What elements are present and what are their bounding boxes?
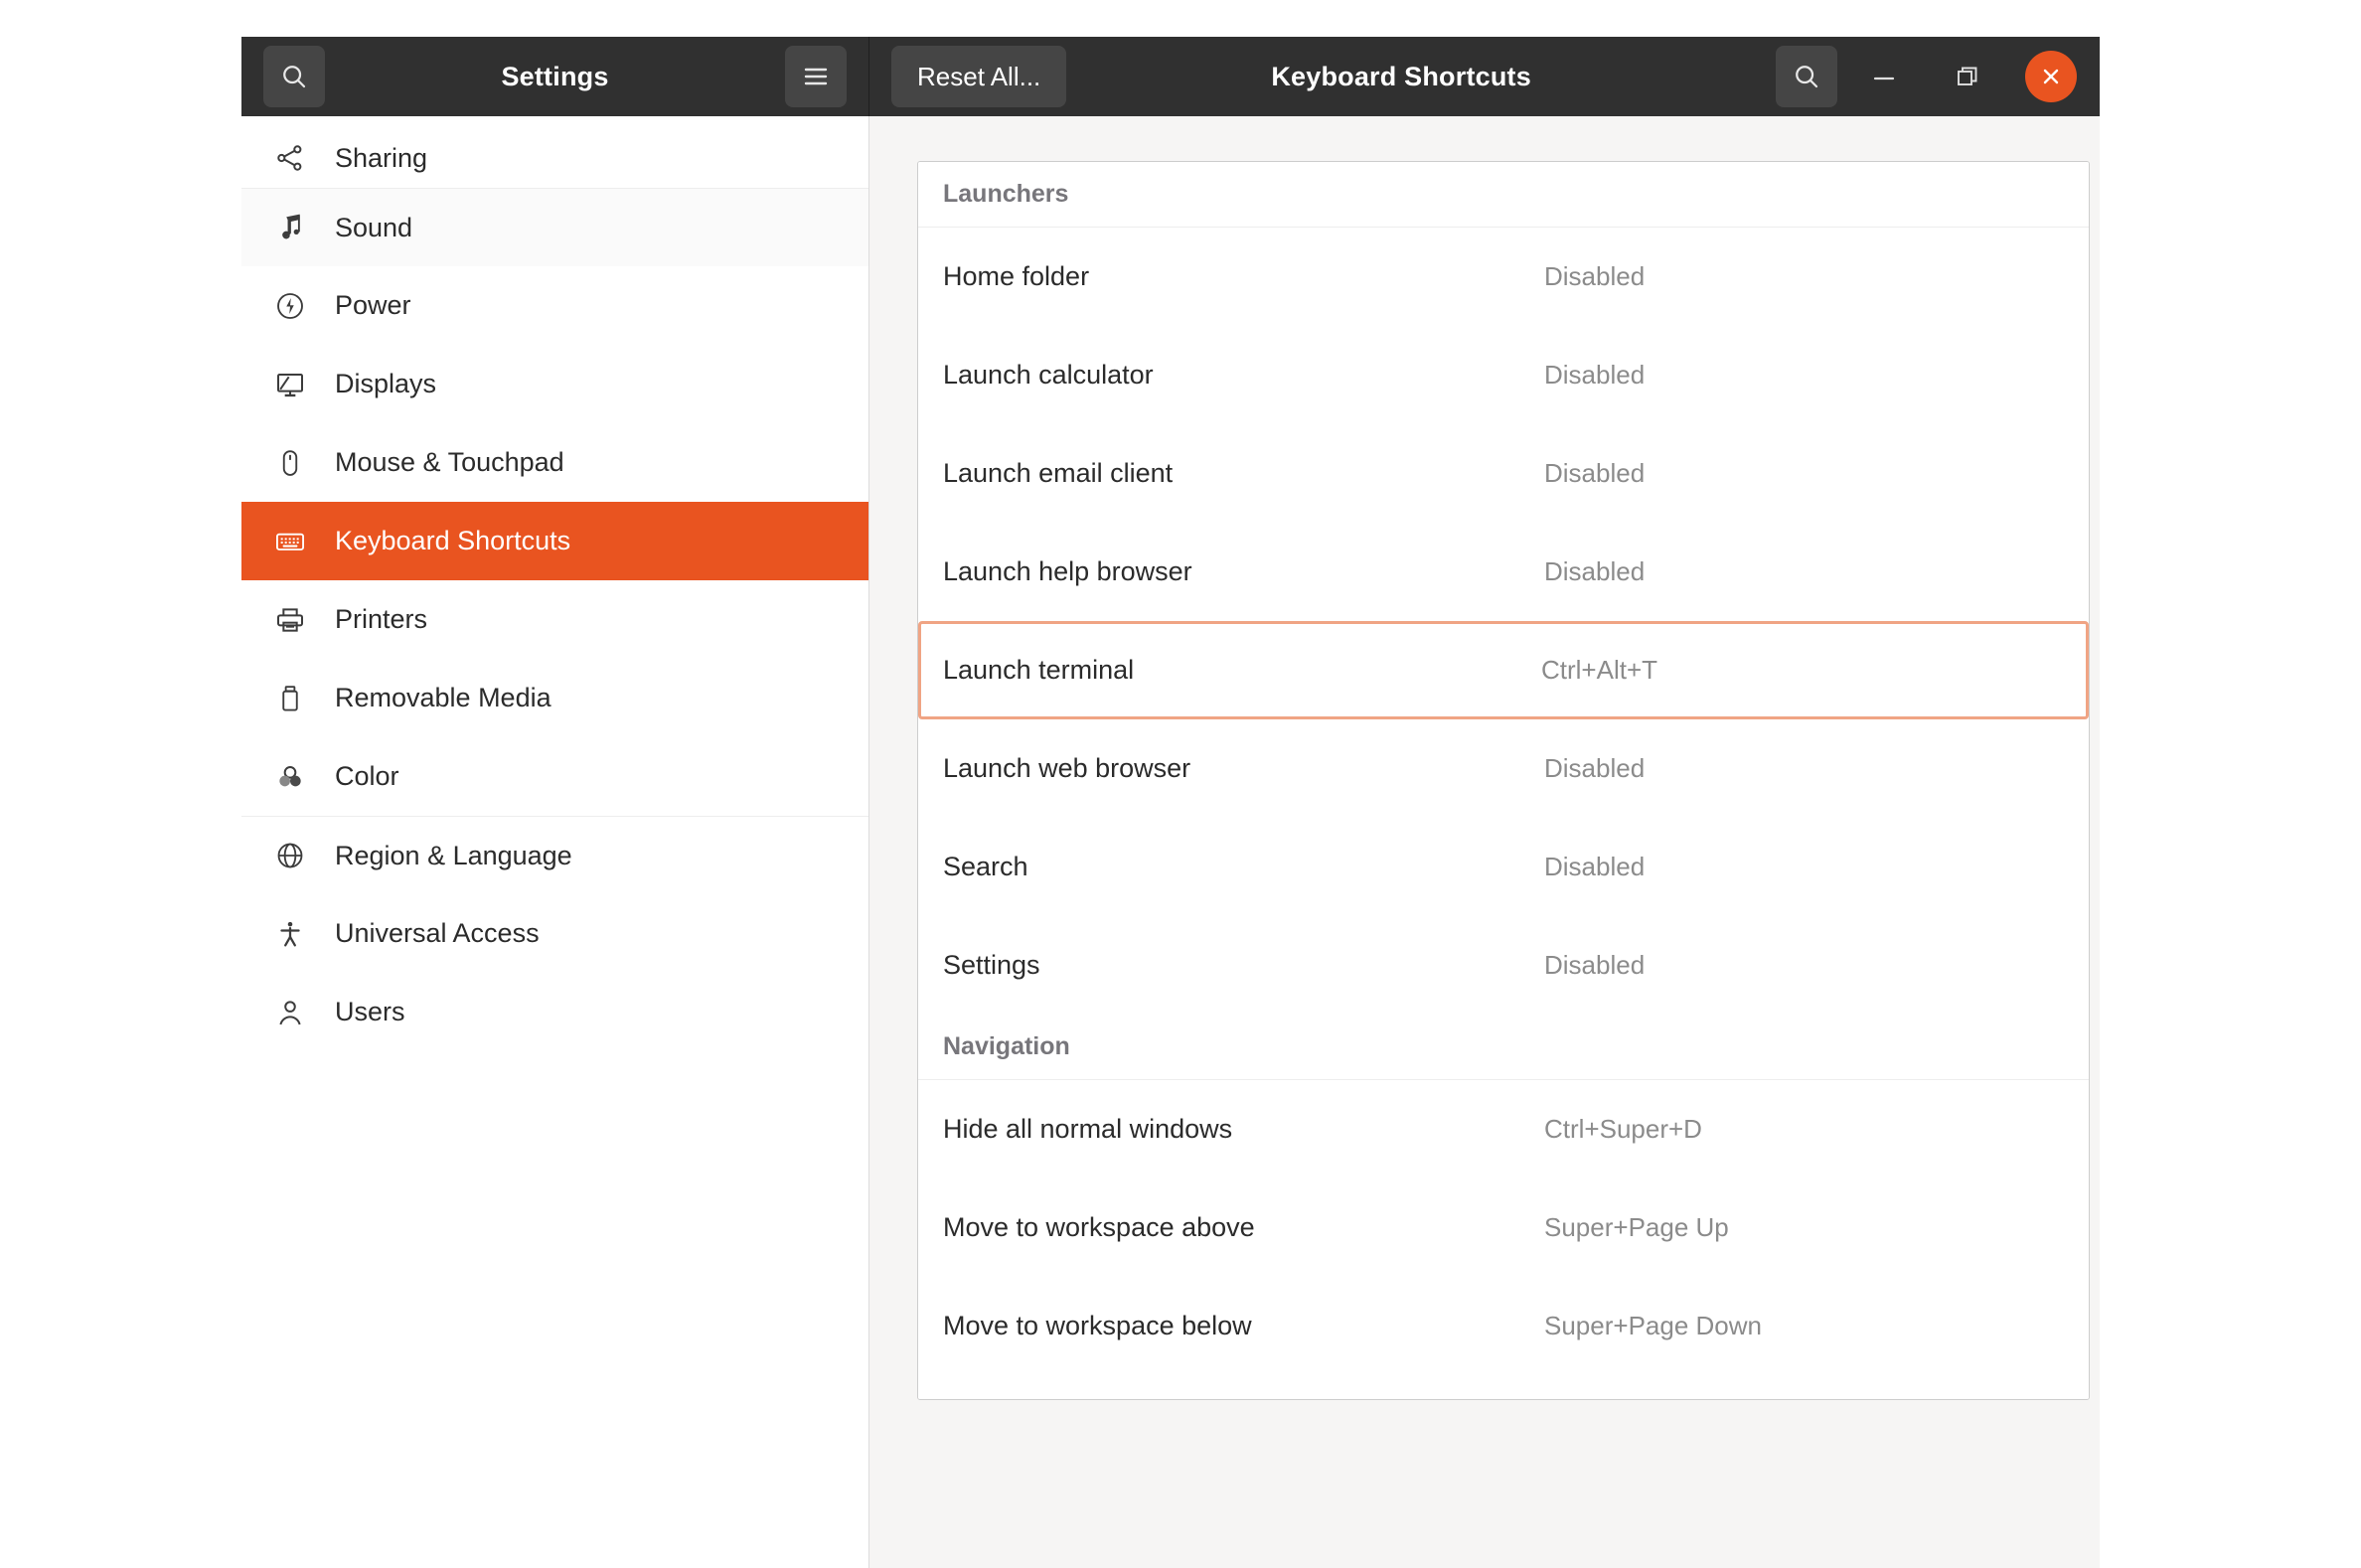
- shortcut-value: Disabled: [1544, 458, 1646, 488]
- sidebar-item-region-language[interactable]: Region & Language: [241, 816, 868, 894]
- panel-headerbar: Reset All... Keyboard Shortcuts: [869, 37, 2100, 116]
- shortcut-name: Move to workspace below: [943, 1311, 1252, 1340]
- group-header-launchers: Launchers: [918, 162, 2089, 228]
- sidebar-item-label: Users: [335, 997, 405, 1026]
- shortcut-name: Home folder: [943, 261, 1090, 291]
- shortcut-value: Disabled: [1544, 261, 1646, 291]
- sidebar-item-users[interactable]: Users: [241, 973, 868, 1051]
- shortcut-value: Disabled: [1544, 753, 1646, 783]
- sidebar-item-label: Sound: [335, 212, 413, 242]
- close-button[interactable]: [2020, 46, 2082, 107]
- shortcut-name: Search: [943, 852, 1028, 881]
- sidebar-item-color[interactable]: Color: [241, 737, 868, 816]
- table-row[interactable]: Move to workspace above Super+Page Up: [918, 1178, 2089, 1277]
- settings-window: Settings Reset All... Keyboard Shortcuts: [241, 37, 2100, 1568]
- sidebar-item-label: Sharing: [335, 143, 428, 173]
- printer-icon: [267, 604, 313, 636]
- table-row[interactable]: Settings Disabled: [918, 916, 2089, 1015]
- table-row[interactable]: Launch calculator Disabled: [918, 326, 2089, 424]
- table-row[interactable]: Search Disabled: [918, 818, 2089, 916]
- accessibility-icon: [267, 918, 313, 950]
- group-header-navigation: Navigation: [918, 1015, 2089, 1080]
- shortcut-name: Launch email client: [943, 458, 1174, 488]
- sidebar-item-displays[interactable]: Displays: [241, 345, 868, 423]
- sidebar-item-label: Region & Language: [335, 840, 572, 870]
- shortcut-value: Super+Page Up: [1544, 1212, 1729, 1242]
- close-icon[interactable]: [2025, 51, 2077, 102]
- shortcut-name: Launch web browser: [943, 753, 1191, 783]
- usb-drive-icon: [267, 684, 313, 713]
- table-row[interactable]: Launch email client Disabled: [918, 424, 2089, 523]
- table-row[interactable]: Launch help browser Disabled: [918, 523, 2089, 621]
- sidebar-item-label: Mouse & Touchpad: [335, 447, 564, 477]
- shortcut-value: Ctrl+Super+D: [1544, 1114, 1702, 1144]
- keyboard-icon: [267, 526, 313, 557]
- sidebar-item-power[interactable]: Power: [241, 266, 868, 345]
- table-row[interactable]: Hide all normal windows Ctrl+Super+D: [918, 1080, 2089, 1178]
- window-body: Sharing Sound Power Displays Mouse & Tou…: [241, 116, 2100, 1568]
- screen: Settings Reset All... Keyboard Shortcuts: [0, 0, 2361, 1568]
- sidebar-item-mouse-touchpad[interactable]: Mouse & Touchpad: [241, 423, 868, 502]
- sidebar-item-label: Displays: [335, 369, 437, 398]
- hamburger-menu-icon[interactable]: [785, 46, 847, 107]
- window-headerbar: Settings Reset All... Keyboard Shortcuts: [241, 37, 2100, 116]
- power-icon: [267, 290, 313, 322]
- sidebar-item-removable-media[interactable]: Removable Media: [241, 659, 868, 737]
- color-circles-icon: [267, 761, 313, 793]
- sidebar-item-sharing[interactable]: Sharing: [241, 116, 868, 188]
- shortcut-name: Move to workspace above: [943, 1212, 1255, 1242]
- sidebar-item-label: Power: [335, 290, 411, 320]
- maximize-restore-icon[interactable]: [1937, 46, 1998, 107]
- shortcut-value: Disabled: [1544, 950, 1646, 980]
- minimize-icon[interactable]: [1853, 46, 1915, 107]
- settings-sidebar[interactable]: Sharing Sound Power Displays Mouse & Tou…: [241, 116, 869, 1568]
- shortcut-name: Launch terminal: [943, 655, 1135, 685]
- sidebar-item-sound[interactable]: Sound: [241, 188, 868, 266]
- shortcut-value: Disabled: [1544, 556, 1646, 586]
- shortcut-value: Super+Page Down: [1544, 1311, 1762, 1340]
- settings-title: Settings: [501, 61, 609, 91]
- sidebar-item-label: Universal Access: [335, 918, 540, 948]
- share-icon: [267, 142, 313, 174]
- mouse-icon: [267, 448, 313, 478]
- table-row[interactable]: Home folder Disabled: [918, 228, 2089, 326]
- sidebar-item-label: Keyboard Shortcuts: [335, 526, 571, 555]
- table-row-selected[interactable]: Launch terminal Ctrl+Alt+T: [918, 621, 2089, 719]
- shortcut-name: Hide all normal windows: [943, 1114, 1233, 1144]
- sidebar-headerbar: Settings: [241, 37, 869, 116]
- sidebar-item-label: Printers: [335, 604, 428, 634]
- sidebar-item-label: Color: [335, 761, 399, 791]
- person-icon: [267, 997, 313, 1028]
- sidebar-item-universal-access[interactable]: Universal Access: [241, 894, 868, 973]
- page-title: Keyboard Shortcuts: [1271, 61, 1531, 91]
- shortcut-name: Launch calculator: [943, 360, 1154, 390]
- display-icon: [267, 369, 313, 400]
- sidebar-item-printers[interactable]: Printers: [241, 580, 868, 659]
- table-row[interactable]: Move to workspace below Super+Page Down: [918, 1277, 2089, 1375]
- shortcut-value: Ctrl+Alt+T: [1541, 655, 1658, 685]
- shortcut-name: Launch help browser: [943, 556, 1192, 586]
- shortcuts-panel: Launchers Home folder Disabled Launch ca…: [869, 116, 2100, 1568]
- sidebar-item-keyboard-shortcuts[interactable]: Keyboard Shortcuts: [241, 502, 868, 580]
- shortcut-name: Settings: [943, 950, 1040, 980]
- shortcut-value: Disabled: [1544, 852, 1646, 881]
- shortcut-value: Disabled: [1544, 360, 1646, 390]
- sidebar-item-label: Removable Media: [335, 683, 551, 712]
- search-icon[interactable]: [263, 46, 325, 107]
- table-row[interactable]: Launch web browser Disabled: [918, 719, 2089, 818]
- music-note-icon: [267, 213, 313, 242]
- globe-icon: [267, 840, 313, 871]
- list-bottom-spacer: [918, 1375, 2089, 1399]
- shortcuts-listbox[interactable]: Launchers Home folder Disabled Launch ca…: [917, 161, 2090, 1400]
- panel-search-icon[interactable]: [1776, 46, 1837, 107]
